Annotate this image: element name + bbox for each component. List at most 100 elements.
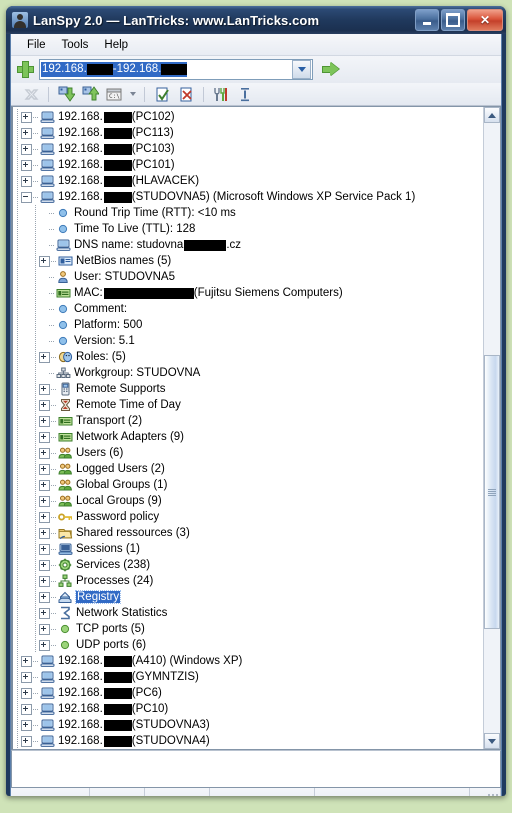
expand-node-icon[interactable] — [39, 463, 50, 475]
tree-row-label[interactable]: 192.168. (HLAVACEK) — [58, 175, 199, 187]
expand-node-icon[interactable] — [21, 671, 32, 683]
ip-range-input[interactable]: 192.168. - 192.168. — [40, 62, 292, 77]
tree-row-detail[interactable]: Registry — [13, 589, 483, 605]
expand-node-icon[interactable] — [21, 719, 32, 731]
close-button[interactable]: ✕ — [467, 9, 503, 31]
tree-row-detail[interactable]: Sessions (1) — [13, 541, 483, 557]
console-window-icon[interactable]: C:\ — [104, 85, 124, 103]
tree-row-label[interactable]: 192.168. (A410) (Windows XP) — [58, 655, 242, 667]
menu-item-tools[interactable]: Tools — [54, 37, 97, 53]
expand-node-icon[interactable] — [39, 255, 50, 267]
scroll-up-arrow-icon[interactable] — [484, 107, 500, 123]
expand-node-icon[interactable] — [39, 511, 50, 523]
tree-row-label[interactable]: Roles: (5) — [76, 351, 126, 363]
expand-node-icon[interactable] — [21, 143, 32, 155]
tree-row-detail[interactable]: Workgroup: STUDOVNA — [13, 365, 483, 381]
tree-row-label[interactable]: Version: 5.1 — [74, 335, 135, 347]
tree-row-detail[interactable]: Version: 5.1 — [13, 333, 483, 349]
expand-node-icon[interactable] — [39, 639, 50, 651]
tree-row-label[interactable]: Password policy — [76, 511, 159, 523]
tree-row-detail[interactable]: Round Trip Time (RTT): <10 ms — [13, 205, 483, 221]
tree-row-host[interactable]: 192.168. (STUDOVNA3) — [13, 717, 483, 733]
tree-row-host[interactable]: 192.168. (PC10) — [13, 701, 483, 717]
tree-row-detail[interactable]: Local Groups (9) — [13, 493, 483, 509]
tree-row-detail[interactable]: TCP ports (5) — [13, 621, 483, 637]
tree-row-detail[interactable]: Shared ressources (3) — [13, 525, 483, 541]
tree-row-label[interactable]: Time To Live (TTL): 128 — [74, 223, 195, 235]
tree-row-detail[interactable]: MAC: (Fujitsu Siemens Computers) — [13, 285, 483, 301]
tree-row-label[interactable]: DNS name: studovna .cz — [74, 239, 241, 251]
title-bar[interactable]: LanSpy 2.0 — LanTricks: www.LanTricks.co… — [6, 6, 506, 34]
tree-row-detail[interactable]: Network Adapters (9) — [13, 429, 483, 445]
tree-row-label[interactable]: Shared ressources (3) — [76, 527, 190, 539]
expand-node-icon[interactable] — [21, 655, 32, 667]
ip-range-combo[interactable]: 192.168. - 192.168. — [39, 59, 313, 80]
collapse-node-icon[interactable] — [21, 191, 32, 203]
details-pane[interactable] — [11, 750, 501, 788]
resize-grip-icon[interactable] — [487, 793, 499, 796]
tree-row-detail[interactable]: Roles: (5) — [13, 349, 483, 365]
green-arrow-right-icon[interactable] — [322, 62, 340, 77]
tree-row-label[interactable]: Comment: — [74, 303, 127, 315]
chevron-down-icon[interactable] — [292, 60, 311, 79]
scrollbar-thumb[interactable] — [484, 354, 500, 630]
tree-row-host[interactable]: 192.168. (STUDOVNA4) — [13, 733, 483, 749]
tree-row-detail[interactable]: Transport (2) — [13, 413, 483, 429]
tree-row-detail[interactable]: Password policy — [13, 509, 483, 525]
tree-row-label[interactable]: Network Adapters (9) — [76, 431, 184, 443]
tree-row-label[interactable]: MAC: (Fujitsu Siemens Computers) — [74, 287, 343, 299]
tree-row-label[interactable]: Transport (2) — [76, 415, 142, 427]
expand-node-icon[interactable] — [39, 431, 50, 443]
tree-row-host[interactable]: 192.168. (PC113) — [13, 125, 483, 141]
tree-row-label[interactable]: Services (238) — [76, 559, 150, 571]
expand-node-icon[interactable] — [21, 735, 32, 747]
expand-node-icon[interactable] — [39, 415, 50, 427]
expand-node-icon[interactable] — [39, 575, 50, 587]
tree-row-detail[interactable]: NetBios names (5) — [13, 253, 483, 269]
tree-row-detail[interactable]: Comment: — [13, 301, 483, 317]
tree-row-label[interactable]: 192.168. (STUDOVNA4) — [58, 735, 210, 747]
tree-row-label[interactable]: Registry — [74, 590, 122, 604]
expand-node-icon[interactable] — [39, 399, 50, 411]
expand-node-icon[interactable] — [21, 159, 32, 171]
tree-row-detail[interactable]: UDP ports (6) — [13, 637, 483, 653]
tree-vertical-scrollbar[interactable] — [483, 107, 500, 749]
tree-row-label[interactable]: 192.168. (PC102) — [58, 111, 175, 123]
tree-row-label[interactable]: Platform: 500 — [74, 319, 142, 331]
tree-row-detail[interactable]: Logged Users (2) — [13, 461, 483, 477]
expand-node-icon[interactable] — [39, 543, 50, 555]
host-tree[interactable]: 192.168. (PC102) 192.168. (PC113) 192.168.… — [13, 107, 483, 749]
tree-row-detail[interactable]: Network Statistics — [13, 605, 483, 621]
menu-item-file[interactable]: File — [19, 37, 54, 53]
tree-row-label[interactable]: Users (6) — [76, 447, 123, 459]
delete-document-icon[interactable] — [176, 85, 196, 103]
tree-row-host[interactable]: 192.168. (STUDOVNA5) (Microsoft Windows … — [13, 189, 483, 205]
stop-x-icon[interactable] — [21, 85, 41, 103]
tree-row-detail[interactable]: Platform: 500 — [13, 317, 483, 333]
expand-node-icon[interactable] — [21, 703, 32, 715]
check-document-icon[interactable] — [152, 85, 172, 103]
tree-row-label[interactable]: Round Trip Time (RTT): <10 ms — [74, 207, 236, 219]
tree-row-label[interactable]: Workgroup: STUDOVNA — [74, 367, 200, 379]
expand-node-icon[interactable] — [39, 383, 50, 395]
tree-row-label[interactable]: TCP ports (5) — [76, 623, 145, 635]
import-down-arrow-icon[interactable] — [56, 85, 76, 103]
tree-row-label[interactable]: Global Groups (1) — [76, 479, 167, 491]
tree-row-host[interactable]: 192.168. (PC101) — [13, 157, 483, 173]
add-range-icon[interactable] — [17, 61, 34, 78]
tools-wrench-icon[interactable] — [211, 85, 231, 103]
expand-node-icon[interactable] — [39, 447, 50, 459]
tree-row-detail[interactable]: Remote Supports — [13, 381, 483, 397]
tree-row-detail[interactable]: Processes (24) — [13, 573, 483, 589]
expand-node-icon[interactable] — [39, 495, 50, 507]
tree-row-label[interactable]: 192.168. (PC103) — [58, 143, 175, 155]
tree-row-label[interactable]: 192.168. (STUDOVNA3) — [58, 719, 210, 731]
maximize-button[interactable] — [441, 9, 465, 31]
tree-row-label[interactable]: User: STUDOVNA5 — [74, 271, 175, 283]
expand-node-icon[interactable] — [21, 127, 32, 139]
tree-row-label[interactable]: Sessions (1) — [76, 543, 140, 555]
tree-row-detail[interactable]: User: STUDOVNA5 — [13, 269, 483, 285]
console-dropdown-caret-icon[interactable] — [128, 85, 137, 103]
expand-node-icon[interactable] — [21, 687, 32, 699]
tree-row-detail[interactable]: Users (6) — [13, 445, 483, 461]
